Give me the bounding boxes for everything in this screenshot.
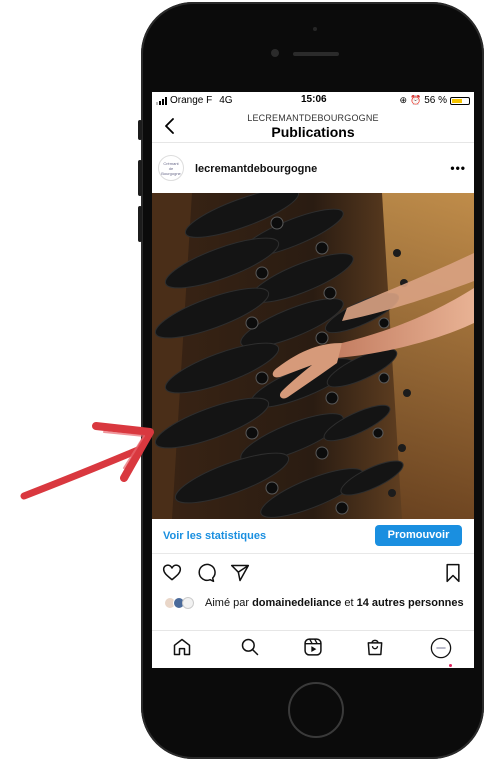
earpiece-speaker bbox=[293, 52, 339, 56]
liker-avatar bbox=[182, 597, 194, 609]
account-name: LECREMANTDEBOURGOGNE bbox=[247, 113, 379, 123]
likes-conjunction: et bbox=[341, 597, 357, 609]
rotation-lock-icon: ⊕ bbox=[399, 95, 407, 105]
heart-outline-icon[interactable] bbox=[162, 563, 182, 583]
likes-row: Aimé par domainedeliance et 14 autres pe… bbox=[152, 594, 474, 622]
comment-bubble-icon[interactable] bbox=[196, 563, 216, 583]
network-type: 4G bbox=[219, 95, 233, 106]
likes-prefix: Aimé par bbox=[205, 597, 253, 609]
view-insights-link[interactable]: Voir les statistiques bbox=[163, 530, 266, 542]
cellar-photo bbox=[152, 193, 474, 519]
carrier-info: Orange F 4G bbox=[156, 95, 233, 106]
side-button bbox=[138, 120, 142, 140]
post-header: Crémant de Bourgogne lecremantdebourgogn… bbox=[152, 153, 474, 189]
notification-dot bbox=[449, 664, 452, 667]
volume-up-button bbox=[138, 160, 142, 196]
likes-others-count[interactable]: 14 autres personnes bbox=[357, 597, 464, 609]
more-options-icon[interactable]: ••• bbox=[450, 161, 466, 175]
proximity-sensor bbox=[313, 27, 317, 31]
shop-bag-icon[interactable] bbox=[365, 637, 385, 657]
alarm-icon: ⏰ bbox=[409, 95, 422, 105]
insights-bar: Voir les statistiques Promouvoir bbox=[152, 523, 474, 554]
status-bar: Orange F 4G 15:06 ⊕ ⏰ 56 % bbox=[152, 92, 474, 109]
reels-icon[interactable] bbox=[303, 637, 323, 657]
post-image[interactable] bbox=[152, 193, 474, 519]
paper-plane-icon[interactable] bbox=[230, 563, 250, 583]
promote-button[interactable]: Promouvoir bbox=[375, 525, 462, 546]
post-actions bbox=[152, 560, 474, 586]
avatar-logo-text: Crémant de Bourgogne bbox=[161, 161, 181, 177]
annotation-arrow bbox=[20, 422, 154, 500]
nav-header: LECREMANTDEBOURGOGNE Publications bbox=[152, 110, 474, 143]
search-icon[interactable] bbox=[240, 637, 260, 657]
bottom-tab-bar bbox=[152, 630, 474, 668]
status-right: ⊕ ⏰ 56 % bbox=[399, 95, 470, 106]
volume-down-button bbox=[138, 206, 142, 242]
bookmark-icon[interactable] bbox=[444, 563, 462, 583]
front-camera bbox=[271, 49, 279, 57]
carrier-name: Orange F bbox=[170, 95, 213, 106]
home-icon[interactable] bbox=[172, 637, 192, 657]
page-title: Publications bbox=[271, 124, 355, 140]
post-avatar[interactable]: Crémant de Bourgogne bbox=[158, 155, 184, 181]
signal-icon bbox=[156, 96, 167, 105]
battery-percent: 56 % bbox=[424, 95, 447, 106]
profile-avatar-icon[interactable] bbox=[430, 637, 452, 659]
likes-summary[interactable]: Aimé par domainedeliance et 14 autres pe… bbox=[205, 597, 467, 609]
post-username[interactable]: lecremantdebourgogne bbox=[195, 163, 317, 175]
home-button[interactable] bbox=[288, 682, 344, 738]
battery-icon bbox=[450, 96, 470, 105]
app-screen: Orange F 4G 15:06 ⊕ ⏰ 56 % LECREMANTDEBO… bbox=[152, 92, 474, 668]
status-time: 15:06 bbox=[301, 94, 327, 105]
liker-username[interactable]: domainedeliance bbox=[252, 597, 341, 609]
